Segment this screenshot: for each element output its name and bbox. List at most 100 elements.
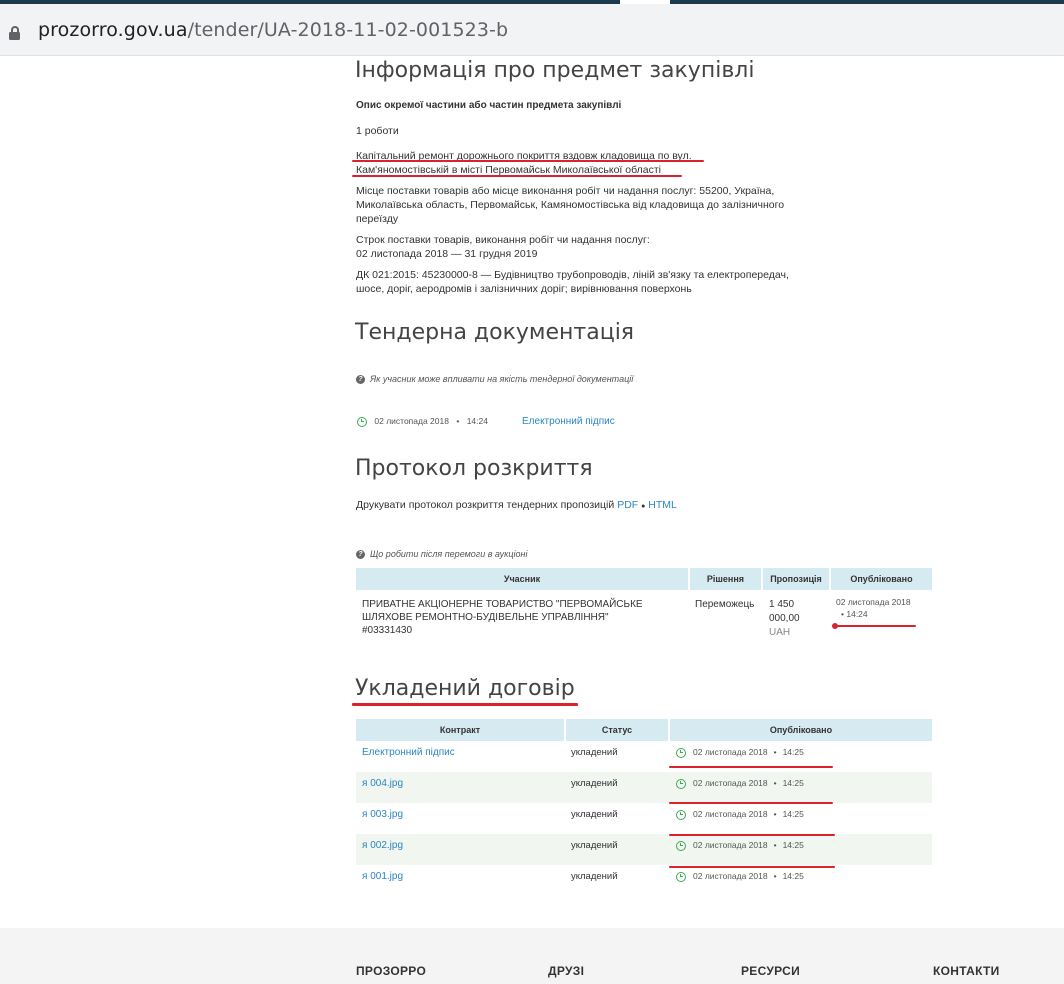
participant-code: #03331430 xyxy=(362,625,413,636)
contract-published-cell: 02 листопада 2018 • 14:25 xyxy=(669,865,932,896)
footer-heading-prozorro[interactable]: ПРОЗОРРО xyxy=(356,964,426,978)
participant-name-line1: ПРИВАТНЕ АКЦІОНЕРНЕ ТОВАРИСТВО "ПЕРВОМАЙ… xyxy=(362,599,643,610)
contract-published-cell: 02 листопада 2018 • 14:25 xyxy=(669,772,932,803)
column-header: Пропозиція xyxy=(762,568,831,590)
contract-date: 02 листопада 2018 xyxy=(693,809,768,819)
contract-link[interactable]: я 003.jpg xyxy=(362,809,403,820)
contract-date: 02 листопада 2018 xyxy=(693,871,768,881)
classifier-line2: шосе, доріг, аеродромів і залізничних до… xyxy=(356,283,692,295)
site-footer: ПРОЗОРРО ДРУЗІ РЕСУРСИ КОНТАКТИ xyxy=(0,928,1064,984)
protocol-print-text: Друкувати протокол розкриття тендерних п… xyxy=(356,499,615,511)
clock-icon xyxy=(676,747,686,758)
clock-icon xyxy=(676,778,686,789)
contracts-table: Контракт Статус Опубліковано Електронний… xyxy=(356,719,932,896)
tender-doc-entry: 02 листопада 2018 • 14:24 xyxy=(357,414,488,428)
contract-date: 02 листопада 2018 xyxy=(693,778,768,788)
quantity-text: 1 роботи xyxy=(356,125,399,137)
table-row: я 002.jpg укладений 02 листопада 2018 • 14… xyxy=(356,834,932,865)
url-text[interactable]: prozorro.gov.ua/tender/UA-2018-11-02-001… xyxy=(38,19,508,41)
contract-status: укладений xyxy=(571,809,618,820)
bullet-separator: • xyxy=(773,840,777,850)
address-bar[interactable]: prozorro.gov.ua/tender/UA-2018-11-02-001… xyxy=(0,4,1064,56)
red-annotation-underline xyxy=(834,625,916,627)
table-row: Електронний підпис укладений 02 листопад… xyxy=(356,741,932,772)
page-content: Інформація про предмет закупівлі Опис ок… xyxy=(0,56,1064,984)
column-header: Опубліковано xyxy=(830,568,932,590)
red-annotation-underline xyxy=(352,160,704,162)
pdf-link[interactable]: PDF xyxy=(617,499,638,511)
contract-time: 14:25 xyxy=(782,778,804,788)
description-label: Опис окремої частини або частин предмета… xyxy=(356,100,622,111)
subject-heading: Інформація про предмет закупівлі xyxy=(355,58,755,83)
html-link[interactable]: HTML xyxy=(648,499,677,511)
contract-link[interactable]: Електронний підпис xyxy=(362,747,455,758)
offer-amount-line1: 1 450 xyxy=(769,599,795,610)
bullet-separator: • xyxy=(773,747,777,757)
red-annotation-underline xyxy=(669,802,833,804)
contract-status: укладений xyxy=(565,772,669,803)
clock-icon xyxy=(676,809,686,820)
footer-heading-contacts[interactable]: КОНТАКТИ xyxy=(933,964,1000,978)
url-path: /tender/UA-2018-11-02-001523-b xyxy=(187,19,509,41)
classifier-line1: ДК 021:2015: 45230000-8 — Будівництво тр… xyxy=(356,269,789,281)
participant-name-line2: ШЛЯХОВЕ РЕМОНТНО-БУДІВЕЛЬНЕ УПРАВЛІННЯ" xyxy=(362,612,609,623)
delivery-place-line3: переїзду xyxy=(356,213,399,225)
column-header: Рішення xyxy=(689,568,763,590)
red-annotation-dot xyxy=(832,623,838,629)
protocol-help[interactable]: ? Що робити після перемоги в аукціоні xyxy=(356,547,527,561)
contract-heading: Укладений договір xyxy=(355,676,575,701)
delivery-place-line1: Місце поставки товарів або місце виконан… xyxy=(356,185,775,197)
contract-time: 14:25 xyxy=(782,809,804,819)
bids-table-header: Учасник Рішення Пропозиція Опубліковано xyxy=(356,568,932,590)
contract-link[interactable]: я 004.jpg xyxy=(362,778,403,789)
red-annotation-underline xyxy=(352,703,578,706)
question-icon: ? xyxy=(356,550,365,560)
contract-name-cell: я 001.jpg xyxy=(356,865,565,896)
clock-icon xyxy=(676,871,686,882)
published-cell: 02 листопада 2018 • 14:24 xyxy=(830,590,932,648)
bids-table: Учасник Рішення Пропозиція Опубліковано … xyxy=(356,568,932,648)
footer-heading-friends[interactable]: ДРУЗІ xyxy=(548,964,584,978)
tender-docs-help[interactable]: ? Як учасник може впливати на якість тенд… xyxy=(356,372,633,386)
red-annotation-underline xyxy=(669,766,833,768)
table-row: я 001.jpg укладений 02 листопада 2018 • 14… xyxy=(356,865,932,896)
contracts-table-header: Контракт Статус Опубліковано xyxy=(356,719,932,741)
contract-name-cell: я 002.jpg xyxy=(356,834,565,865)
doc-time: 14:24 xyxy=(466,416,488,426)
bullet-separator: • xyxy=(773,871,777,881)
contract-link[interactable]: я 001.jpg xyxy=(362,871,403,882)
bullet-separator: • xyxy=(841,609,844,619)
contract-link[interactable]: я 002.jpg xyxy=(362,840,403,851)
doc-signature-link[interactable]: Електронний підпис xyxy=(522,415,615,429)
table-row: я 004.jpg укладений 02 листопада 2018 • 14… xyxy=(356,772,932,803)
column-header: Контракт xyxy=(356,719,566,741)
separator-dot: ● xyxy=(641,503,646,510)
column-header: Статус xyxy=(565,719,670,741)
red-annotation-underline xyxy=(352,175,682,177)
clock-icon xyxy=(676,840,686,851)
red-annotation-underline xyxy=(669,834,835,836)
url-domain: prozorro.gov.ua xyxy=(38,19,188,41)
lock-icon[interactable] xyxy=(9,26,20,40)
participant-cell: ПРИВАТНЕ АКЦІОНЕРНЕ ТОВАРИСТВО "ПЕРВОМАЙ… xyxy=(356,590,689,648)
protocol-help-link[interactable]: Що робити після перемоги в аукціоні xyxy=(370,549,527,559)
published-time-line: • 14:24 xyxy=(836,608,928,620)
contract-status: укладений xyxy=(565,834,669,865)
contract-name-cell: я 003.jpg xyxy=(356,803,565,834)
offer-amount-line2: 000,00 xyxy=(769,613,800,624)
contract-published-cell: 02 листопада 2018 • 14:25 xyxy=(669,834,932,865)
contract-published-cell: 02 листопада 2018 • 14:25 xyxy=(669,803,932,834)
tender-docs-help-link[interactable]: Як учасник може впливати на якість тенде… xyxy=(370,374,633,384)
doc-date: 02 листопада 2018 xyxy=(374,416,449,426)
question-icon: ? xyxy=(356,375,365,385)
contract-name-cell: Електронний підпис xyxy=(356,741,565,772)
footer-heading-resources[interactable]: РЕСУРСИ xyxy=(741,964,800,978)
protocol-print-line: Друкувати протокол розкриття тендерних п… xyxy=(356,498,677,514)
contract-date: 02 листопада 2018 xyxy=(693,840,768,850)
bullet-separator: • xyxy=(456,416,460,426)
contract-status: укладений xyxy=(571,747,618,758)
delivery-term-label: Строк поставки товарів, виконання робіт … xyxy=(356,234,650,246)
red-annotation-underline xyxy=(669,866,835,868)
delivery-term-value: 02 листопада 2018 — 31 грудня 2019 xyxy=(356,248,538,260)
bullet-separator: • xyxy=(773,778,777,788)
